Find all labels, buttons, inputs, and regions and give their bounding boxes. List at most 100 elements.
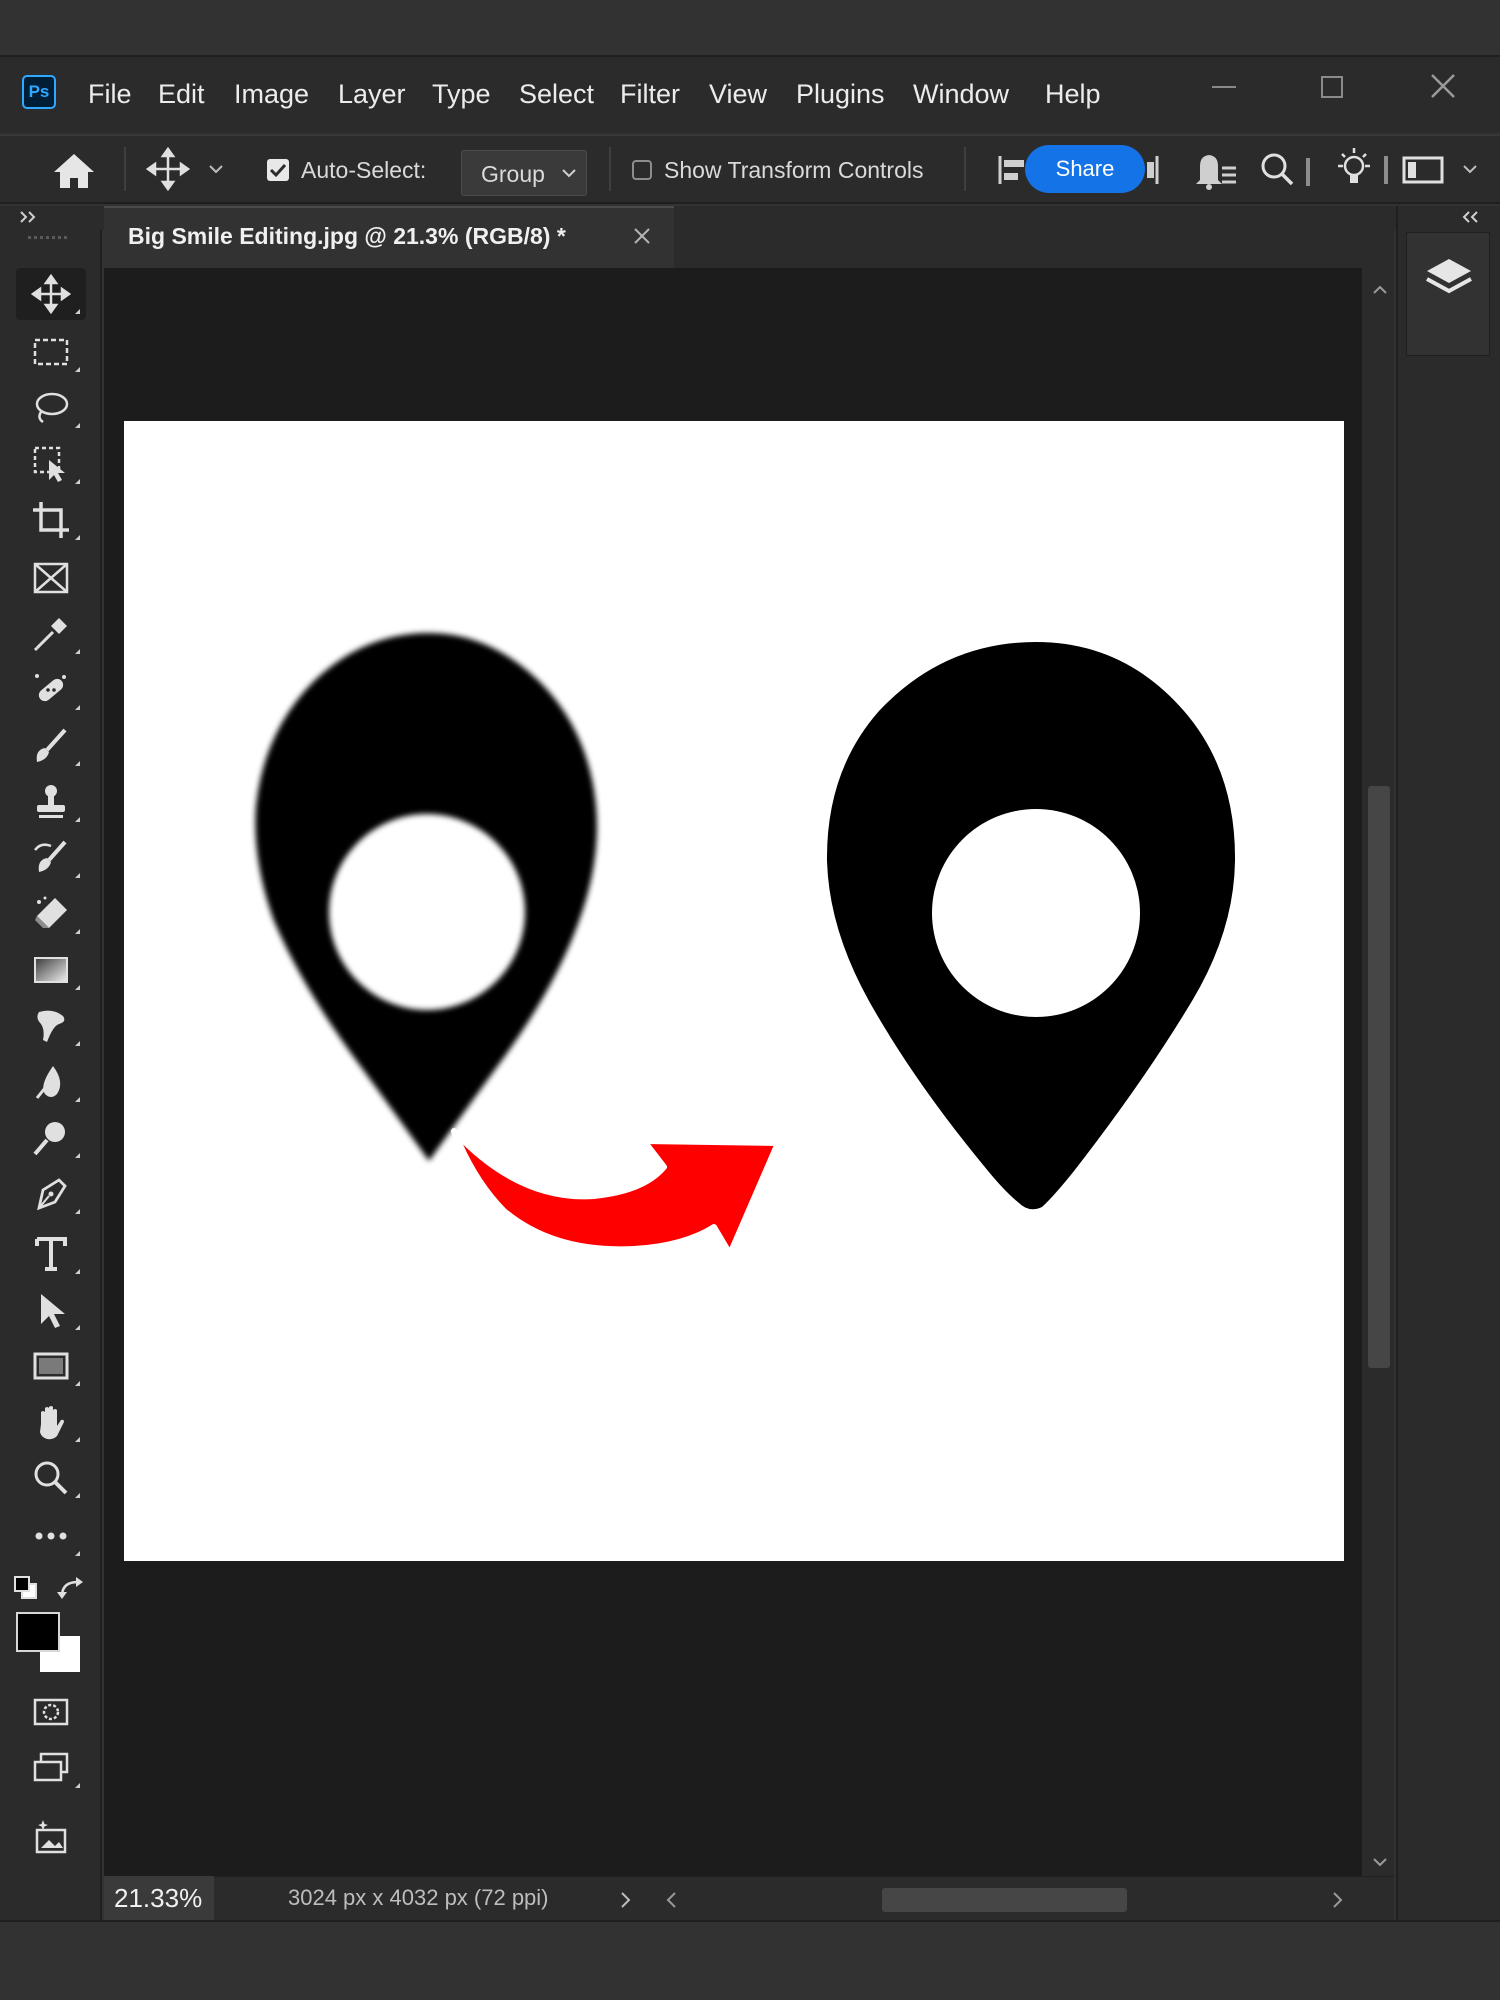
frame-tool[interactable] bbox=[16, 552, 86, 604]
spot-healing-brush-tool[interactable] bbox=[16, 664, 86, 716]
object-selection-tool[interactable] bbox=[16, 438, 86, 490]
toolbar-grip[interactable] bbox=[28, 234, 72, 242]
collapse-panels-icon[interactable] bbox=[1456, 208, 1480, 226]
menu-view[interactable]: View bbox=[709, 77, 767, 111]
document-dimensions: 3024 px x 4032 px (72 ppi) bbox=[288, 1885, 549, 1910]
checkbox-empty-icon bbox=[632, 160, 652, 180]
menu-file[interactable]: File bbox=[88, 77, 132, 111]
pixel-pin-hole bbox=[329, 814, 525, 1010]
close-tab-button[interactable] bbox=[630, 224, 654, 248]
lasso-tool[interactable] bbox=[16, 382, 86, 434]
eyedropper-tool[interactable] bbox=[16, 608, 86, 660]
auto-select-checkbox[interactable] bbox=[266, 158, 290, 182]
smudge-tool[interactable] bbox=[16, 1000, 86, 1052]
menu-image[interactable]: Image bbox=[234, 77, 309, 111]
horizontal-scroll-thumb[interactable] bbox=[882, 1888, 1127, 1912]
transform-controls-checkbox[interactable] bbox=[632, 160, 652, 180]
vector-location-pin-icon bbox=[826, 642, 1236, 1210]
menu-select[interactable]: Select bbox=[519, 77, 594, 111]
bell-icon bbox=[1196, 155, 1236, 190]
hand-icon bbox=[40, 1406, 64, 1440]
more-icon bbox=[35, 1532, 67, 1540]
hand-tool[interactable] bbox=[16, 1396, 86, 1448]
align-right-icon[interactable] bbox=[1147, 152, 1161, 188]
home-button[interactable] bbox=[48, 146, 100, 194]
blur-tool[interactable] bbox=[16, 1056, 86, 1108]
default-colors-icon bbox=[14, 1576, 37, 1599]
transform-controls-label: Show Transform Controls bbox=[664, 157, 924, 183]
vertical-scroll-thumb[interactable] bbox=[1368, 786, 1390, 1368]
foreground-color-swatch[interactable] bbox=[16, 1612, 60, 1652]
menu-filter[interactable]: Filter bbox=[620, 77, 680, 111]
scroll-left-icon[interactable] bbox=[662, 1888, 682, 1912]
dodge-tool[interactable] bbox=[16, 1112, 86, 1164]
workspace-switcher[interactable] bbox=[1400, 150, 1490, 190]
status-info-menu-icon[interactable] bbox=[616, 1888, 636, 1912]
clone-stamp-tool[interactable] bbox=[16, 776, 86, 828]
minimize-button[interactable] bbox=[1197, 70, 1251, 110]
zoom-icon bbox=[34, 1461, 68, 1495]
crop-icon bbox=[33, 502, 69, 538]
align-left-icon[interactable] bbox=[996, 152, 1026, 188]
healing-brush-icon bbox=[35, 674, 66, 702]
maximize-button[interactable] bbox=[1305, 70, 1359, 110]
generative-fill-button[interactable] bbox=[16, 1812, 86, 1864]
scroll-down-icon[interactable] bbox=[1370, 1854, 1390, 1870]
brush-icon bbox=[36, 728, 67, 762]
search-button[interactable] bbox=[1256, 148, 1316, 192]
swap-colors-button[interactable] bbox=[56, 1574, 88, 1602]
menu-type[interactable]: Type bbox=[432, 77, 491, 111]
rectangular-marquee-tool[interactable] bbox=[16, 326, 86, 378]
notifications-button[interactable] bbox=[1182, 146, 1240, 194]
edit-toolbar-button[interactable] bbox=[16, 1510, 86, 1562]
menu-layer[interactable]: Layer bbox=[338, 77, 406, 111]
discover-button[interactable] bbox=[1330, 146, 1392, 194]
options-separator bbox=[124, 147, 126, 191]
move-tool[interactable] bbox=[16, 268, 86, 320]
pen-tool[interactable] bbox=[16, 1168, 86, 1220]
blur-icon bbox=[35, 1066, 61, 1099]
tool-preset-picker[interactable] bbox=[146, 146, 236, 194]
scroll-up-icon[interactable] bbox=[1370, 282, 1390, 298]
path-selection-icon bbox=[41, 1294, 65, 1328]
menu-help[interactable]: Help bbox=[1045, 77, 1101, 111]
maximize-icon bbox=[1321, 76, 1343, 98]
brush-tool[interactable] bbox=[16, 720, 86, 772]
dodge-icon bbox=[33, 1122, 65, 1156]
type-tool[interactable] bbox=[16, 1228, 86, 1280]
home-icon bbox=[54, 154, 94, 188]
auto-select-label: Auto-Select: bbox=[301, 157, 427, 183]
scroll-right-icon[interactable] bbox=[1328, 1888, 1348, 1912]
marquee-icon bbox=[33, 338, 69, 366]
eraser-icon bbox=[35, 896, 67, 928]
history-brush-tool[interactable] bbox=[16, 832, 86, 884]
options-separator bbox=[964, 147, 966, 191]
close-window-button[interactable] bbox=[1416, 70, 1470, 110]
crop-tool[interactable] bbox=[16, 494, 86, 546]
generative-image-icon bbox=[35, 1820, 67, 1854]
object-selection-icon bbox=[33, 446, 65, 482]
window-bottom-strip bbox=[0, 1920, 1500, 2000]
canvas-artwork bbox=[255, 633, 1236, 1257]
expand-panels-icon[interactable] bbox=[18, 208, 42, 226]
quick-mask-button[interactable] bbox=[16, 1686, 86, 1738]
screen-mode-button[interactable] bbox=[16, 1742, 86, 1794]
menu-plugins[interactable]: Plugins bbox=[796, 77, 885, 111]
share-button[interactable]: Share bbox=[1025, 145, 1145, 193]
lightbulb-icon bbox=[1338, 148, 1388, 184]
layers-panel-button[interactable] bbox=[1406, 232, 1490, 356]
document-tab-title: Big Smile Editing.jpg @ 21.3% (RGB/8) * bbox=[128, 223, 566, 249]
eyedropper-icon bbox=[33, 618, 67, 652]
zoom-level-field[interactable]: 21.33% bbox=[104, 1876, 214, 1920]
zoom-tool[interactable] bbox=[16, 1452, 86, 1504]
menu-edit[interactable]: Edit bbox=[158, 77, 205, 111]
menu-window[interactable]: Window bbox=[913, 77, 1009, 111]
photoshop-logo: Ps bbox=[22, 75, 56, 109]
path-selection-tool[interactable] bbox=[16, 1284, 86, 1336]
document-canvas[interactable] bbox=[124, 421, 1344, 1561]
eraser-tool[interactable] bbox=[16, 888, 86, 940]
gradient-tool[interactable] bbox=[16, 944, 86, 996]
default-colors-button[interactable] bbox=[12, 1574, 42, 1602]
rectangle-tool[interactable] bbox=[16, 1340, 86, 1392]
auto-select-target-value: Group bbox=[481, 161, 545, 187]
